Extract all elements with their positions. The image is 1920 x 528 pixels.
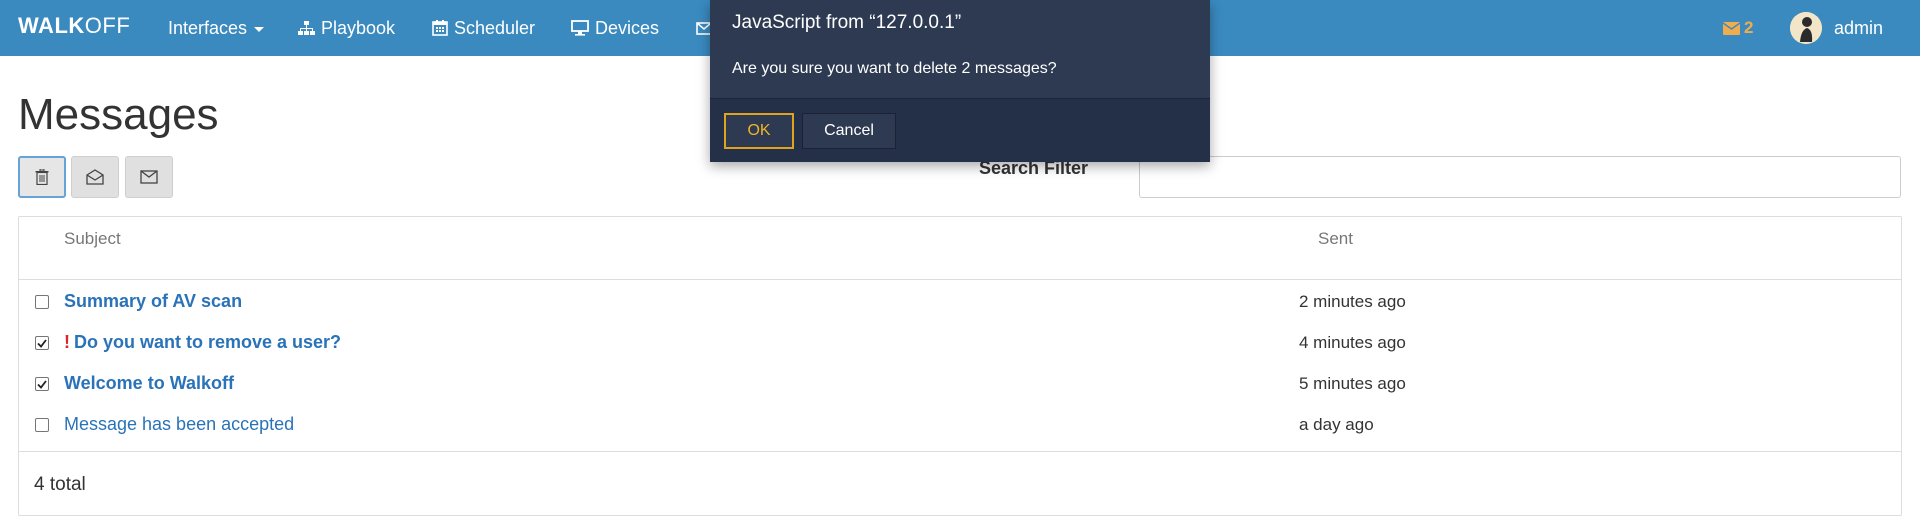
message-count: 2 <box>1744 18 1754 37</box>
row-checkbox[interactable] <box>35 336 49 350</box>
envelope-icon <box>1723 21 1740 35</box>
envelope-icon <box>140 170 158 184</box>
row-checkbox[interactable] <box>35 295 49 309</box>
table-row: Welcome to Walkoff 5 minutes ago <box>19 369 1901 409</box>
search-filter-input[interactable] <box>1139 156 1901 198</box>
table-row: ! Do you want to remove a user? 4 minutes… <box>19 328 1901 368</box>
message-subject-text: Do you want to remove a user? <box>74 332 342 352</box>
brand-light: OFF <box>84 13 131 38</box>
dialog-title: JavaScript from “127.0.0.1” <box>732 12 962 33</box>
dialog-footer: OK Cancel <box>710 98 1210 162</box>
column-header-sent[interactable]: Sent <box>1318 229 1353 249</box>
nav-playbook[interactable]: Playbook <box>298 0 395 56</box>
page-title: Messages <box>18 90 219 139</box>
ok-button[interactable]: OK <box>724 113 794 149</box>
message-subject-link[interactable]: ! Do you want to remove a user? <box>64 332 341 353</box>
nav-devices-label: Devices <box>595 17 660 38</box>
nav-interfaces-label: Interfaces <box>168 17 248 38</box>
cancel-button[interactable]: Cancel <box>802 113 896 149</box>
delete-button[interactable] <box>18 156 66 198</box>
nav-interfaces[interactable]: Interfaces <box>168 0 265 56</box>
row-checkbox[interactable] <box>35 377 49 391</box>
brand-bold: WALK <box>18 13 85 38</box>
dialog-body: Are you sure you want to delete 2 messag… <box>710 50 1210 98</box>
mark-read-button[interactable] <box>71 156 119 198</box>
table-row: Message has been accepted a day ago <box>19 410 1901 450</box>
user-menu[interactable]: admin <box>1790 0 1883 56</box>
nav-devices[interactable]: Devices <box>571 0 659 56</box>
avatar <box>1790 12 1822 44</box>
message-count-badge[interactable]: 2 <box>1723 0 1753 56</box>
checkmark-icon <box>37 338 47 348</box>
calendar-icon <box>432 20 448 36</box>
message-sent-time: 4 minutes ago <box>1299 333 1406 352</box>
header-divider <box>19 279 1901 280</box>
column-header-subject[interactable]: Subject <box>64 229 121 249</box>
sitemap-icon <box>298 20 315 35</box>
message-sent-time: a day ago <box>1299 415 1374 434</box>
user-name: admin <box>1834 17 1884 38</box>
envelope-open-icon <box>86 169 104 185</box>
desktop-icon <box>571 20 589 36</box>
message-subject-link[interactable]: Message has been accepted <box>64 414 294 435</box>
nav-scheduler-label: Scheduler <box>454 17 536 38</box>
message-sent-time: 2 minutes ago <box>1299 292 1406 311</box>
row-checkbox[interactable] <box>35 418 49 432</box>
brand-logo[interactable]: WALKOFF <box>18 13 130 39</box>
trash-icon <box>35 169 49 185</box>
dialog-message: Are you sure you want to delete 2 messag… <box>732 60 1057 77</box>
important-flag-icon: ! <box>64 332 70 352</box>
checkmark-icon <box>37 379 47 389</box>
footer-divider <box>19 451 1901 452</box>
mark-unread-button[interactable] <box>125 156 173 198</box>
nav-playbook-label: Playbook <box>321 17 396 38</box>
total-count: 4 total <box>34 474 86 495</box>
caret-down-icon <box>254 26 265 32</box>
nav-scheduler[interactable]: Scheduler <box>432 0 535 56</box>
message-subject-link[interactable]: Welcome to Walkoff <box>64 373 234 394</box>
table-row: Summary of AV scan 2 minutes ago <box>19 287 1901 327</box>
user-silhouette-icon <box>1790 12 1822 44</box>
messages-table: Subject Sent Summary of AV scan 2 minute… <box>18 216 1902 516</box>
confirm-dialog: JavaScript from “127.0.0.1” Are you sure… <box>710 0 1210 162</box>
message-sent-time: 5 minutes ago <box>1299 374 1406 393</box>
message-subject-link[interactable]: Summary of AV scan <box>64 291 242 312</box>
